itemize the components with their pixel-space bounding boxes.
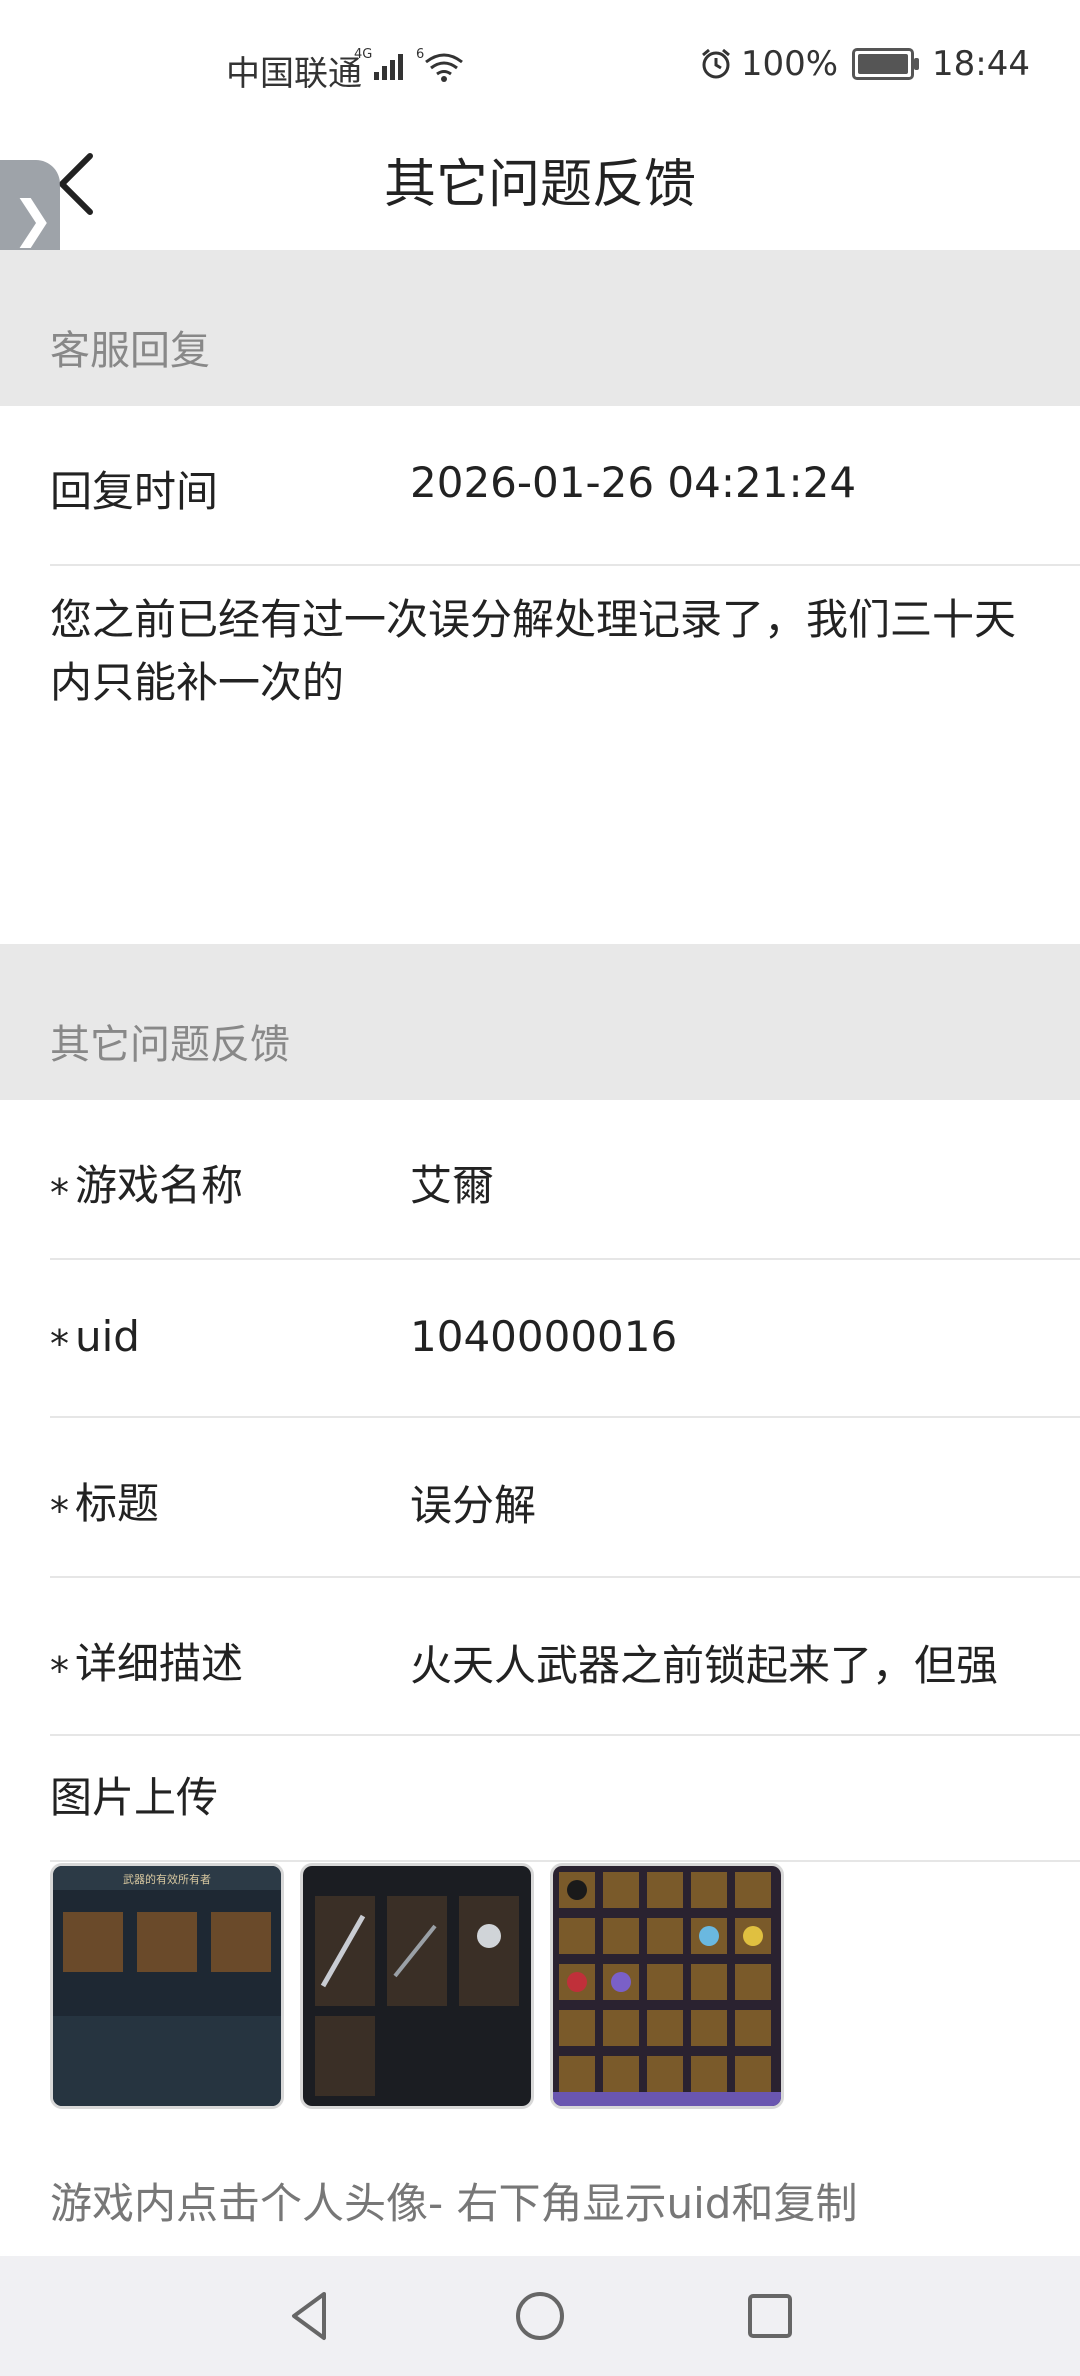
description-row[interactable]: * 详细描述 火天人武器之前锁起来了，但强 [50, 1576, 1080, 1736]
uploaded-image-3[interactable] [550, 1863, 784, 2109]
alarm-icon [701, 48, 730, 79]
uid-hint-text: 游戏内点击个人头像- 右下角显示uid和复制 [50, 2179, 858, 2228]
game-name-value: 艾爾 [410, 1161, 495, 1210]
reply-message: 您之前已经有过一次误分解处理记录了，我们三十天内只能补一次的 [50, 595, 1017, 707]
page-title: 其它问题反馈 [383, 155, 696, 215]
required-mark: * [50, 1322, 69, 1366]
carrier-label: 中国联通 [226, 54, 362, 94]
uploaded-image-1[interactable]: 武器的有效所有者 [50, 1863, 284, 2109]
thumb-title: 武器的有效所有者 [123, 1872, 211, 1886]
field-label: 标题 [75, 1479, 160, 1528]
section-header-feedback: 其它问题反馈 [0, 944, 1080, 1100]
nav-home-icon[interactable] [510, 2286, 570, 2346]
section-title: 客服回复 [50, 328, 210, 374]
upload-row: 图片上传 [50, 1734, 1080, 1862]
signal-wifi-icon: 4G 6 [354, 47, 463, 82]
app-header: 其它问题反馈 [0, 110, 1080, 250]
required-mark: * [50, 1649, 69, 1693]
field-label: 详细描述 [75, 1639, 244, 1688]
section-title: 其它问题反馈 [50, 1022, 290, 1068]
nav-back-icon[interactable] [280, 2286, 340, 2346]
system-nav-bar [0, 2256, 1080, 2376]
battery-percent: 100% [740, 44, 839, 84]
description-value: 火天人武器之前锁起来了，但强 [410, 1641, 999, 1690]
clock: 18:44 [932, 44, 1030, 84]
uid-row[interactable]: * uid 1040000016 [50, 1258, 1080, 1418]
game-name-row[interactable]: * 游戏名称 艾爾 [50, 1100, 1080, 1260]
svg-text:6: 6 [416, 47, 424, 62]
title-row[interactable]: * 标题 误分解 [50, 1416, 1080, 1578]
required-mark: * [50, 1489, 69, 1533]
chevron-right-icon: ❯ [12, 190, 54, 248]
nav-recents-icon[interactable] [740, 2286, 800, 2346]
field-label: uid [75, 1312, 140, 1361]
reply-time-row: 回复时间 2026-01-26 04:21:24 [50, 406, 1080, 566]
field-label: 游戏名称 [75, 1161, 244, 1210]
title-value: 误分解 [410, 1481, 537, 1530]
field-label: 回复时间 [50, 467, 219, 516]
uploaded-image-2[interactable] [300, 1863, 534, 2109]
section-header-reply: 客服回复 [0, 250, 1080, 406]
required-mark: * [50, 1171, 69, 1215]
reply-time-value: 2026-01-26 04:21:24 [410, 458, 857, 507]
svg-text:4G: 4G [354, 47, 372, 62]
uid-value: 1040000016 [410, 1312, 678, 1361]
upload-label: 图片上传 [50, 1773, 219, 1822]
battery-icon [852, 48, 920, 80]
